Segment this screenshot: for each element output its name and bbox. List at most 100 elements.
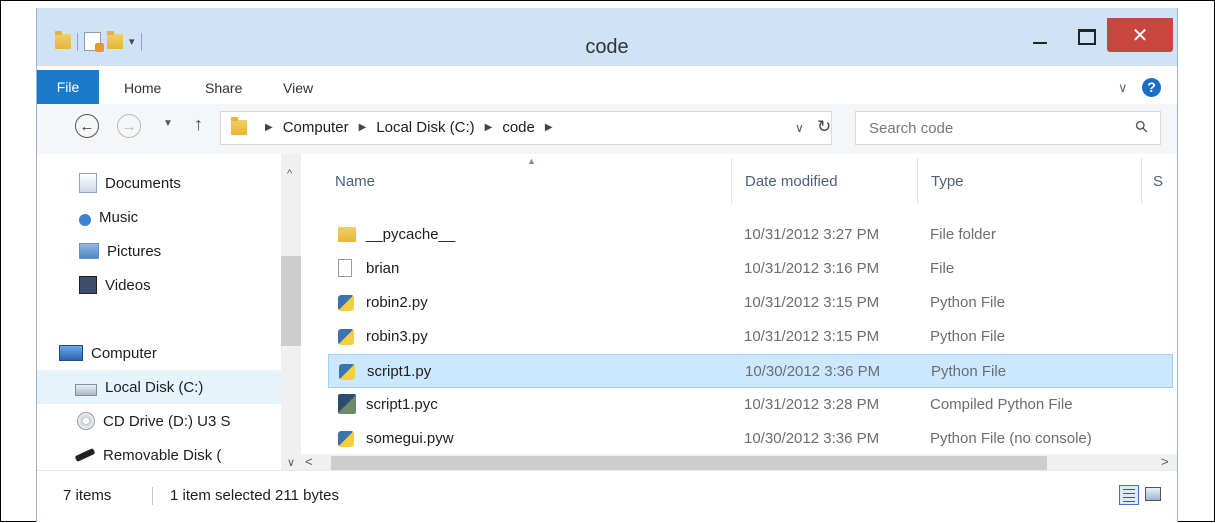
file-type: Python File bbox=[931, 363, 1007, 380]
file-list: ▲ Name Date modified Type S __pycache__ … bbox=[301, 154, 1177, 454]
nav-item-pictures[interactable]: Pictures bbox=[37, 234, 281, 268]
up-button[interactable]: ↑ bbox=[194, 114, 203, 135]
nav-scrollbar-thumb[interactable] bbox=[281, 256, 301, 346]
scroll-left-icon[interactable]: < bbox=[305, 454, 313, 469]
nav-item-label: Pictures bbox=[107, 242, 162, 260]
file-name: script1.py bbox=[367, 363, 432, 380]
maximize-button[interactable] bbox=[1067, 20, 1107, 54]
file-name: __pycache__ bbox=[366, 226, 456, 243]
table-row[interactable]: __pycache__ 10/31/2012 3:27 PM File fold… bbox=[328, 218, 1173, 252]
usb-icon bbox=[74, 448, 96, 462]
nav-item-computer[interactable]: Computer bbox=[37, 336, 281, 370]
close-icon: ✕ bbox=[1131, 24, 1149, 47]
table-row[interactable]: brian 10/31/2012 3:16 PM File bbox=[328, 252, 1173, 286]
file-type: Python File bbox=[930, 294, 1006, 311]
back-button[interactable]: ← bbox=[75, 114, 99, 138]
scroll-down-icon[interactable]: ∨ bbox=[287, 456, 295, 469]
breadcrumb-local-disk[interactable]: Local Disk (C:) bbox=[376, 119, 474, 136]
navigation-bar: ← → ▼ ↑ ▶ Computer ▶ Local Disk (C:) ▶ c… bbox=[37, 104, 1177, 155]
breadcrumb: ▶ Computer ▶ Local Disk (C:) ▶ code ▶ bbox=[255, 119, 563, 136]
file-type: Python File bbox=[930, 328, 1006, 345]
expand-ribbon-chevron-icon[interactable]: ∨ bbox=[1118, 80, 1128, 96]
help-icon[interactable]: ? bbox=[1142, 78, 1161, 97]
nav-item-label: Videos bbox=[105, 276, 151, 294]
tab-share[interactable]: Share bbox=[205, 80, 242, 96]
file-icon bbox=[338, 259, 352, 277]
nav-item-label: Local Disk (C:) bbox=[105, 378, 204, 396]
nav-item-label: Computer bbox=[91, 344, 157, 362]
table-row[interactable]: script1.pyc 10/31/2012 3:28 PM Compiled … bbox=[328, 388, 1173, 422]
nav-item-label: Music bbox=[99, 208, 139, 226]
breadcrumb-separator-icon[interactable]: ▶ bbox=[545, 122, 553, 133]
file-date: 10/30/2012 3:36 PM bbox=[744, 430, 880, 447]
maximize-icon bbox=[1078, 29, 1096, 45]
breadcrumb-separator-icon[interactable]: ▶ bbox=[265, 122, 273, 133]
breadcrumb-separator-icon[interactable]: ▶ bbox=[485, 122, 493, 133]
horizontal-scrollbar-thumb[interactable] bbox=[331, 456, 1047, 470]
documents-icon bbox=[79, 173, 97, 193]
table-row[interactable]: somegui.pyw 10/30/2012 3:36 PM Python Fi… bbox=[328, 422, 1173, 454]
table-row[interactable]: robin3.py 10/31/2012 3:15 PM Python File bbox=[328, 320, 1173, 354]
column-header-type[interactable]: Type bbox=[931, 154, 964, 208]
table-row[interactable]: robin2.py 10/31/2012 3:15 PM Python File bbox=[328, 286, 1173, 320]
column-header-name[interactable]: Name bbox=[335, 154, 375, 208]
table-row-selected[interactable]: script1.py 10/30/2012 3:36 PM Python Fil… bbox=[328, 354, 1173, 388]
ribbon: File Home Share View ∨ ? bbox=[37, 66, 1177, 105]
videos-icon bbox=[79, 276, 97, 294]
close-button[interactable]: ✕ bbox=[1107, 18, 1173, 52]
cd-drive-icon bbox=[77, 412, 95, 430]
disk-icon bbox=[75, 384, 97, 396]
title-bar: ▾ code ✕ bbox=[37, 8, 1177, 66]
python-file-icon bbox=[338, 431, 354, 447]
nav-item-label: Documents bbox=[105, 174, 181, 192]
file-date: 10/31/2012 3:15 PM bbox=[744, 328, 880, 345]
breadcrumb-separator-icon[interactable]: ▶ bbox=[359, 122, 367, 133]
navigation-pane: Documents Music Pictures Videos Computer… bbox=[37, 154, 301, 470]
minimize-button[interactable] bbox=[1017, 22, 1063, 56]
search-icon[interactable]: ⚲ bbox=[1131, 116, 1153, 138]
minimize-icon bbox=[1033, 42, 1047, 44]
python-file-icon bbox=[339, 364, 355, 380]
recent-locations-chevron-icon[interactable]: ▼ bbox=[163, 118, 173, 129]
scroll-right-icon[interactable]: > bbox=[1161, 454, 1169, 469]
breadcrumb-code[interactable]: code bbox=[502, 119, 535, 136]
tab-file[interactable]: File bbox=[37, 70, 99, 104]
nav-item-music[interactable]: Music bbox=[37, 200, 281, 234]
status-bar: 7 items 1 item selected 211 bytes bbox=[37, 470, 1177, 523]
file-date: 10/31/2012 3:28 PM bbox=[744, 396, 880, 413]
nav-item-videos[interactable]: Videos bbox=[37, 268, 281, 302]
nav-item-label: CD Drive (D:) U3 S bbox=[103, 412, 231, 430]
details-view-icon[interactable] bbox=[1119, 485, 1139, 505]
address-history-dropdown-icon[interactable]: ∨ bbox=[795, 121, 804, 135]
pictures-icon bbox=[79, 243, 99, 259]
file-name: robin2.py bbox=[366, 294, 428, 311]
address-bar[interactable]: ▶ Computer ▶ Local Disk (C:) ▶ code ▶ ∨ … bbox=[220, 111, 832, 145]
tab-view[interactable]: View bbox=[283, 80, 313, 96]
file-name: brian bbox=[366, 260, 400, 277]
nav-item-local-disk[interactable]: Local Disk (C:) bbox=[37, 370, 281, 404]
sort-ascending-icon: ▲ bbox=[527, 156, 536, 166]
music-icon bbox=[79, 214, 91, 226]
nav-item-cd-drive[interactable]: CD Drive (D:) U3 S bbox=[37, 404, 281, 438]
column-divider[interactable] bbox=[917, 158, 918, 204]
file-type: File bbox=[930, 260, 955, 277]
file-name: robin3.py bbox=[366, 328, 428, 345]
column-header-size[interactable]: S bbox=[1153, 154, 1163, 208]
python-file-icon bbox=[338, 329, 354, 345]
forward-button[interactable]: → bbox=[117, 114, 141, 138]
tab-home[interactable]: Home bbox=[124, 80, 161, 96]
refresh-icon[interactable]: ↻ bbox=[817, 117, 831, 137]
column-divider[interactable] bbox=[731, 158, 732, 204]
column-divider[interactable] bbox=[1141, 158, 1142, 204]
scroll-up-icon[interactable]: ^ bbox=[287, 168, 292, 180]
item-count: 7 items bbox=[63, 487, 112, 504]
column-header-date-modified[interactable]: Date modified bbox=[745, 154, 838, 208]
file-name: script1.pyc bbox=[366, 396, 438, 413]
selection-info: 1 item selected 211 bytes bbox=[170, 487, 339, 504]
large-icons-view-icon[interactable] bbox=[1145, 487, 1161, 501]
breadcrumb-computer[interactable]: Computer bbox=[283, 119, 349, 136]
file-date: 10/31/2012 3:27 PM bbox=[744, 226, 880, 243]
search-input[interactable]: Search code ⚲ bbox=[855, 111, 1161, 145]
nav-item-documents[interactable]: Documents bbox=[37, 166, 281, 200]
file-date: 10/31/2012 3:16 PM bbox=[744, 260, 880, 277]
